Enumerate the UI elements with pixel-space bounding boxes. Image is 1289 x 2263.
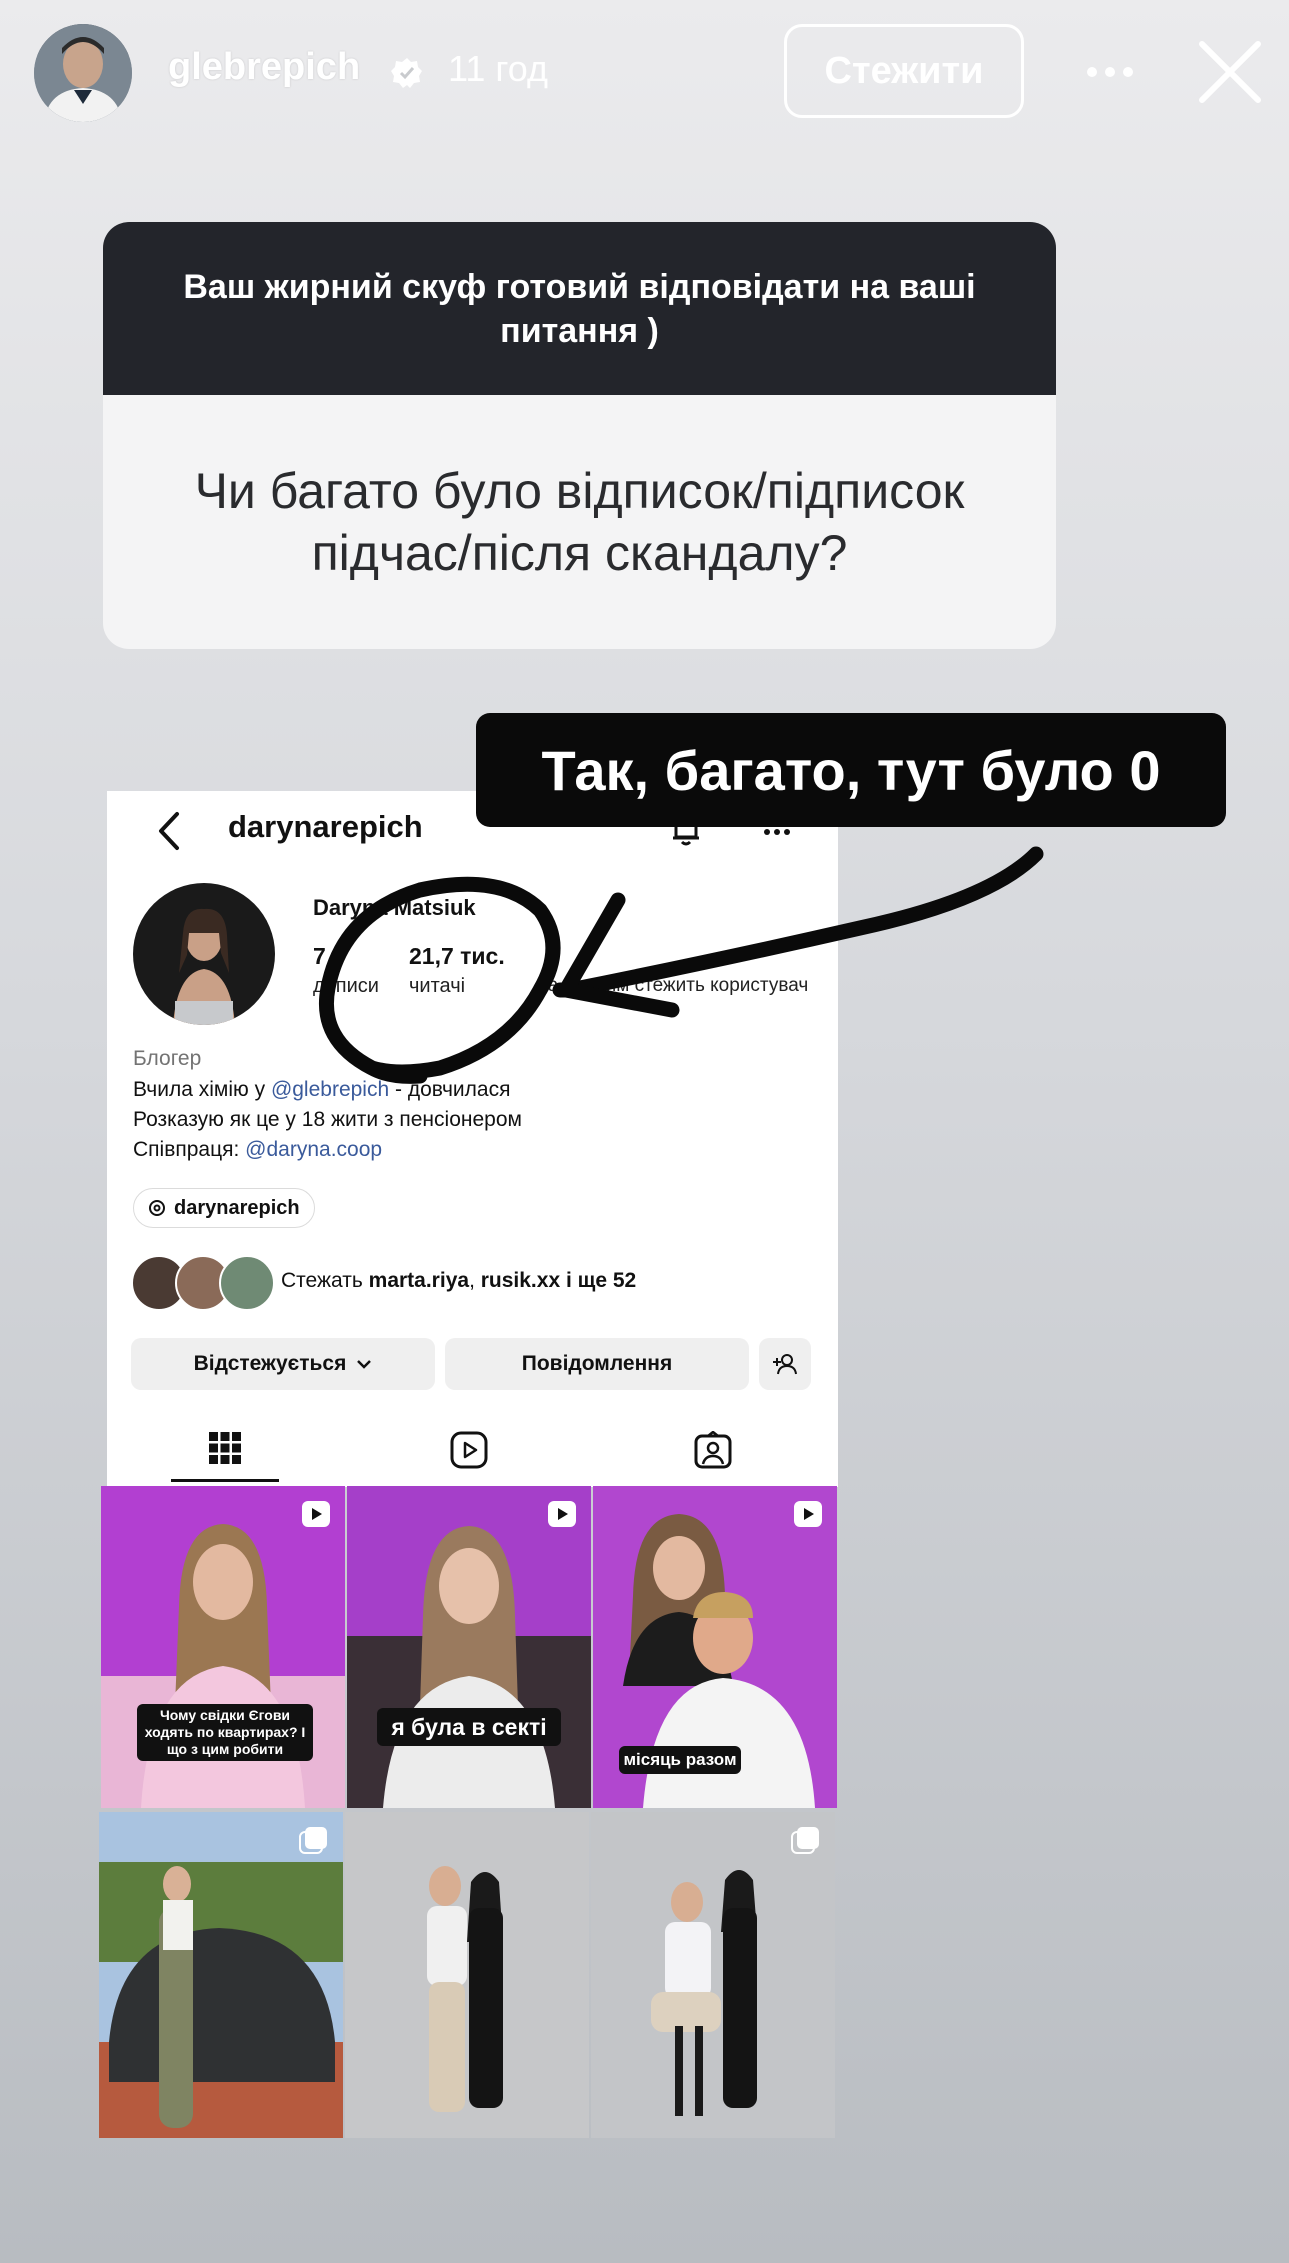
- profile-avatar: [133, 883, 275, 1025]
- message-button[interactable]: Повідомлення: [445, 1338, 749, 1390]
- post-thumbnail[interactable]: Чому свідки Єгови ходять по квартирах? І…: [101, 1486, 345, 1808]
- post-thumbnail[interactable]: [99, 1812, 343, 2138]
- more-options-icon[interactable]: [1080, 52, 1140, 92]
- follower-name[interactable]: marta.riya: [369, 1269, 469, 1292]
- story-username[interactable]: glebrepich: [168, 46, 360, 89]
- bio-text: Вчила хімію у: [133, 1078, 271, 1101]
- question-sticker-body: Чи багато було відписок/підписок підчас/…: [103, 395, 1056, 649]
- profile-screenshot: darynarepich Daryna Matsiuk 7 дописи 21,…: [107, 791, 838, 1487]
- followers-label: читачі: [409, 975, 466, 997]
- bio-line-3: Співпраця: @daryna.coop: [133, 1138, 382, 1162]
- reel-icon: [548, 1501, 576, 1527]
- threads-badge[interactable]: darynarepich: [133, 1188, 315, 1228]
- menu-dots-icon: [764, 829, 790, 835]
- bio-line-1: Вчила хімію у @glebrepich - довчилася: [133, 1078, 510, 1102]
- tagged-tab-icon[interactable]: [694, 1431, 732, 1469]
- chevron-down-icon: [357, 1360, 372, 1369]
- reel-icon: [302, 1501, 330, 1527]
- following-label: за кожним стежить користувач: [539, 975, 809, 996]
- post-thumbnail[interactable]: я була в секті: [347, 1486, 591, 1808]
- question-sticker-header: Ваш жирний скуф готовий відповідати на в…: [103, 222, 1056, 395]
- active-tab-indicator: [171, 1479, 279, 1482]
- carousel-icon: [791, 1827, 819, 1854]
- threads-badge-label: darynarepich: [174, 1196, 300, 1219]
- add-user-icon: [773, 1354, 797, 1375]
- close-icon[interactable]: [1196, 38, 1264, 106]
- post-thumbnail[interactable]: місяць разом: [593, 1486, 837, 1808]
- profile-category: Блогер: [133, 1047, 202, 1070]
- post-caption: я була в секті: [377, 1708, 561, 1746]
- followed-by-separator: ,: [469, 1269, 481, 1292]
- followed-by-suffix: і ще 52: [560, 1269, 637, 1292]
- verified-badge-icon: [391, 58, 422, 88]
- profile-username: darynarepich: [228, 809, 423, 844]
- following-button-label: Відстежується: [193, 1352, 347, 1375]
- question-sticker-title: Ваш жирний скуф готовий відповідати на в…: [183, 267, 976, 350]
- post-thumbnail[interactable]: [591, 1812, 835, 2138]
- bio-text: - довчилася: [389, 1078, 511, 1101]
- follow-button[interactable]: Стежити: [784, 24, 1024, 118]
- posts-label: дописи: [313, 975, 379, 997]
- bio-mention-link[interactable]: @daryna.coop: [245, 1138, 382, 1161]
- story-timestamp: 11 год: [448, 48, 548, 89]
- story-avatar[interactable]: [34, 24, 132, 122]
- back-arrow-icon: [159, 812, 179, 850]
- post-thumbnail[interactable]: [345, 1812, 589, 2138]
- bio-mention-link[interactable]: @glebrepich: [271, 1078, 389, 1101]
- followed-by-text[interactable]: Стежать marta.riya, rusik.xx і ще 52: [281, 1269, 636, 1293]
- followers-count[interactable]: 21,7 тис.: [409, 943, 505, 970]
- posts-grid: Чому свідки Єгови ходять по квартирах? І…: [99, 1486, 838, 2138]
- profile-name: Daryna Matsiuk: [313, 895, 476, 920]
- question-text: Чи багато було відписок/підписок підчас/…: [194, 463, 965, 581]
- reel-icon: [794, 1501, 822, 1527]
- followed-by-avatars: [131, 1255, 275, 1311]
- reels-tab-icon[interactable]: [450, 1431, 488, 1469]
- following-button[interactable]: Відстежується: [131, 1338, 435, 1390]
- answer-text-label: Так, багато, тут було 0: [476, 713, 1226, 827]
- post-caption: Чому свідки Єгови ходять по квартирах? І…: [137, 1704, 313, 1761]
- grid-tab-icon[interactable]: [208, 1431, 242, 1465]
- bio-line-2: Розказую як це у 18 жити з пенсіонером: [133, 1108, 522, 1131]
- threads-icon: [149, 1200, 165, 1216]
- posts-count: 7: [313, 943, 326, 969]
- post-caption: місяць разом: [619, 1746, 741, 1774]
- carousel-icon: [299, 1827, 327, 1854]
- follower-name[interactable]: rusik.xx: [481, 1269, 560, 1292]
- add-user-button[interactable]: [759, 1338, 811, 1390]
- bio-text: Співпраця:: [133, 1138, 246, 1161]
- question-sticker: Ваш жирний скуф готовий відповідати на в…: [103, 222, 1056, 649]
- followed-by-prefix: Стежать: [281, 1269, 369, 1292]
